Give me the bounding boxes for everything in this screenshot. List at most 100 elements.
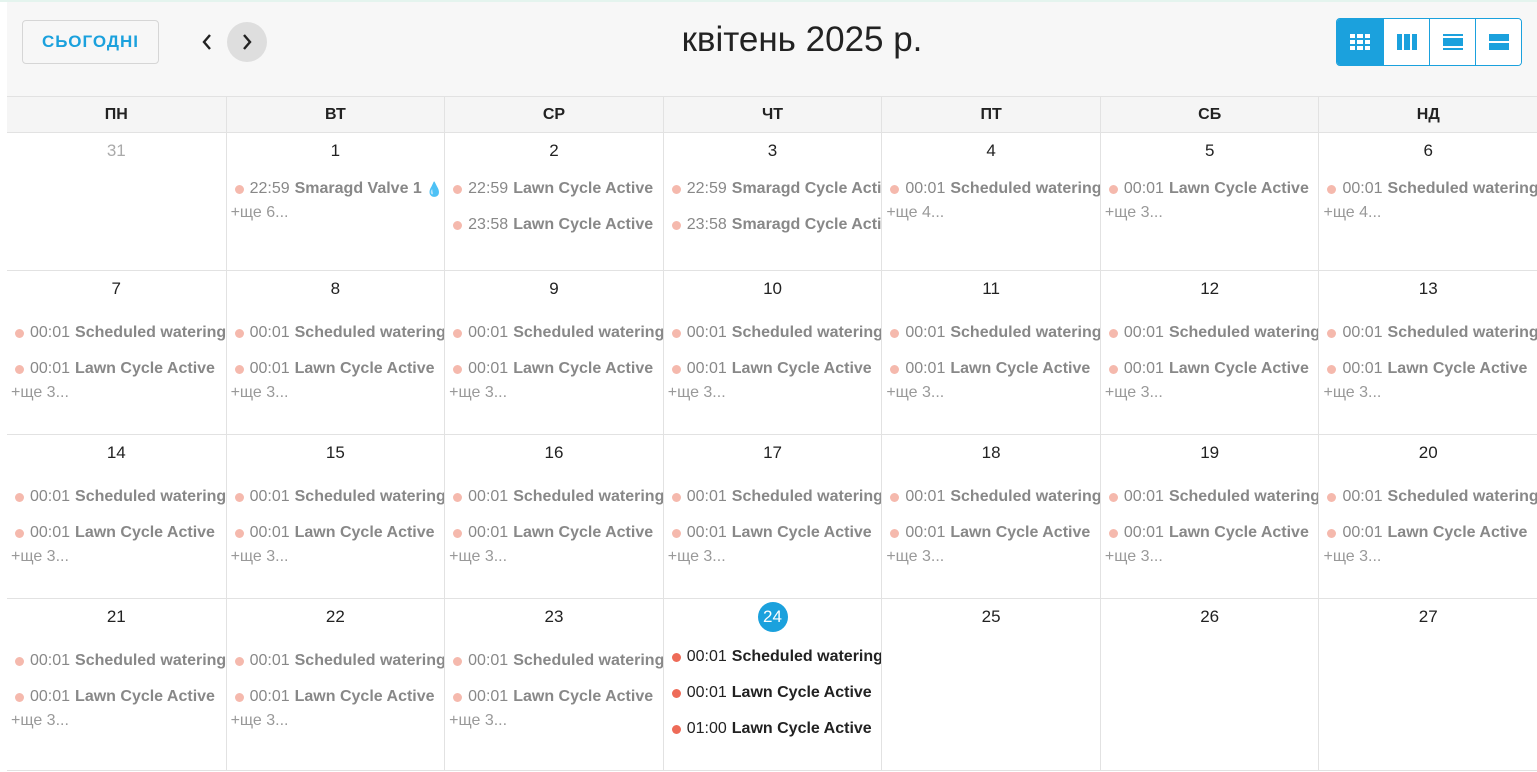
day-cell[interactable]: 21 00:01 Scheduled watering 00:01 Lawn Cycle… [7,599,226,770]
day-cell[interactable]: 22 00:01 Scheduled watering 00:01 Lawn Cycle… [225,599,445,770]
more-events-link[interactable]: +ще 3... [1319,545,1537,569]
day-cell[interactable]: 23 00:01 Scheduled watering 00:01 Lawn Cycle… [444,599,663,770]
day-number[interactable]: 26 [1101,607,1319,627]
calendar-event[interactable]: 22:59Smaragd Cycle Active [664,171,881,207]
next-month-button[interactable] [227,22,267,62]
more-events-link[interactable]: +ще 3... [227,381,445,405]
more-events-link[interactable]: +ще 3... [7,381,226,405]
more-events-link[interactable]: +ще 3... [445,709,663,733]
more-events-link[interactable]: +ще 3... [7,545,226,569]
day-number[interactable]: 5 [1101,141,1319,161]
calendar-event[interactable]: 00:01 Scheduled watering [1319,315,1537,351]
day-number[interactable]: 6 [1319,141,1537,161]
day-cell[interactable]: 13 00:01 Scheduled watering 00:01 Lawn Cycle… [1318,271,1537,434]
day-cell[interactable]: 12 00:01 Scheduled watering 00:01 Lawn Cycle… [1099,271,1319,434]
day-cell[interactable]: 10 00:01 Scheduled watering 00:01 Lawn Cycle… [662,271,882,434]
day-number[interactable]: 21 [7,607,226,627]
day-number[interactable]: 23 [445,607,663,627]
day-cell[interactable]: 2 22:59 Lawn Cycle Active 23:58 Lawn Cycle A… [444,133,663,270]
calendar-event[interactable]: 00:01 Scheduled watering [1319,479,1537,515]
day-cell[interactable]: 16 00:01 Scheduled watering 00:01 Lawn Cycle… [444,435,663,598]
more-events-link[interactable]: +ще 3... [1101,201,1319,225]
day-number[interactable]: 7 [7,279,226,299]
week-view-button[interactable] [1383,19,1429,65]
day-number[interactable]: 17 [664,443,882,463]
calendar-event[interactable]: 00:01 Scheduled watering [7,479,226,515]
more-events-link[interactable]: +ще 3... [227,545,445,569]
calendar-event[interactable]: 22:59 Lawn Cycle Active [445,171,663,207]
today-button[interactable]: СЬОГОДНІ [22,20,159,64]
day-number[interactable]: 10 [664,279,882,299]
day-number[interactable]: 9 [445,279,663,299]
calendar-event[interactable]: 00:01 Scheduled watering [1101,479,1318,515]
calendar-event[interactable]: 01:00 Lawn Cycle Active [664,711,882,747]
more-events-link[interactable]: +ще 3... [882,381,1100,405]
day-number[interactable]: 16 [445,443,663,463]
day-cell[interactable]: 25 [881,599,1100,770]
calendar-event[interactable]: 00:01 Scheduled watering [7,315,226,351]
day-number[interactable]: 1 [227,141,445,161]
calendar-event[interactable]: 00:01 Lawn Cycle Active [664,675,882,711]
month-view-button[interactable] [1337,19,1383,65]
more-events-link[interactable]: +ще 6... [227,201,445,225]
more-events-link[interactable]: +ще 3... [445,381,663,405]
more-events-link[interactable]: +ще 3... [664,545,882,569]
day-number[interactable]: 20 [1319,443,1537,463]
more-events-link[interactable]: +ще 4... [882,201,1100,225]
day-cell[interactable]: 31 [7,133,226,270]
day-cell[interactable]: 1 22:59 Smaragd Valve 1 💧 +ще 6... [225,133,445,270]
day-number[interactable]: 24 [664,602,882,632]
day-view-button[interactable] [1429,19,1475,65]
calendar-event[interactable]: 00:01 Scheduled watering [664,315,881,351]
more-events-link[interactable]: +ще 3... [1101,545,1319,569]
day-cell[interactable]: 4 00:01 Scheduled watering +ще 4... [881,133,1100,270]
calendar-event[interactable]: 00:01 Scheduled watering [664,639,881,675]
day-cell[interactable]: 15 00:01 Scheduled watering 00:01 Lawn Cycle… [225,435,445,598]
calendar-event[interactable]: 00:01 Scheduled watering [227,643,444,679]
day-cell[interactable]: 27 [1318,599,1537,770]
calendar-event[interactable]: 00:01 Scheduled watering [227,479,444,515]
day-cell[interactable]: 17 00:01 Scheduled watering 00:01 Lawn Cycle… [662,435,882,598]
day-number[interactable]: 12 [1101,279,1319,299]
day-number[interactable]: 22 [227,607,445,627]
day-cell[interactable]: 9 00:01 Scheduled watering 00:01 Lawn Cycle … [444,271,663,434]
calendar-event[interactable]: 00:01 Scheduled watering [1101,315,1318,351]
day-number[interactable]: 15 [227,443,445,463]
calendar-event[interactable]: 00:01 Scheduled watering [445,479,663,515]
day-cell[interactable]: 14 00:01 Scheduled watering 00:01 Lawn Cycle… [7,435,226,598]
day-cell[interactable]: 3 22:59Smaragd Cycle Active23:58Smaragd C… [662,133,882,270]
calendar-event[interactable]: 23:58Smaragd Cycle Active [664,207,881,243]
previous-month-button[interactable] [187,22,227,62]
calendar-event[interactable]: 23:58 Lawn Cycle Active [445,207,663,243]
day-number[interactable]: 13 [1319,279,1537,299]
calendar-event[interactable]: 00:01 Scheduled watering [445,315,663,351]
day-number[interactable]: 31 [7,141,226,161]
calendar-event[interactable]: 00:01 Scheduled watering [882,315,1100,351]
day-cell-today[interactable]: 24 00:01 Scheduled watering 00:01 Lawn Cycle… [662,599,882,770]
day-number[interactable]: 2 [445,141,663,161]
more-events-link[interactable]: +ще 3... [664,381,882,405]
day-cell[interactable]: 18 00:01 Scheduled watering 00:01 Lawn Cycle… [881,435,1100,598]
day-cell[interactable]: 6 00:01 Scheduled watering +ще 4... [1318,133,1537,270]
day-cell[interactable]: 11 00:01 Scheduled watering 00:01 Lawn Cycle… [881,271,1100,434]
day-number[interactable]: 14 [7,443,226,463]
day-cell[interactable]: 5 00:01 Lawn Cycle Active +ще 3... [1099,133,1319,270]
day-number[interactable]: 18 [882,443,1100,463]
list-view-button[interactable] [1475,19,1521,65]
more-events-link[interactable]: +ще 3... [1319,381,1537,405]
day-number[interactable]: 19 [1101,443,1319,463]
day-number[interactable]: 4 [882,141,1100,161]
more-events-link[interactable]: +ще 3... [445,545,663,569]
more-events-link[interactable]: +ще 3... [7,709,226,733]
day-number[interactable]: 27 [1319,607,1537,627]
day-number[interactable]: 11 [882,279,1100,299]
calendar-event[interactable]: 00:01 Scheduled watering [664,479,881,515]
more-events-link[interactable]: +ще 3... [227,709,445,733]
calendar-event[interactable]: 00:01 Scheduled watering [7,643,226,679]
more-events-link[interactable]: +ще 4... [1319,201,1537,225]
calendar-event[interactable]: 00:01 Scheduled watering [882,479,1100,515]
more-events-link[interactable]: +ще 3... [1101,381,1319,405]
day-cell[interactable]: 8 00:01 Scheduled watering 00:01 Lawn Cycle … [225,271,445,434]
day-number[interactable]: 3 [664,141,882,161]
day-number[interactable]: 25 [882,607,1100,627]
